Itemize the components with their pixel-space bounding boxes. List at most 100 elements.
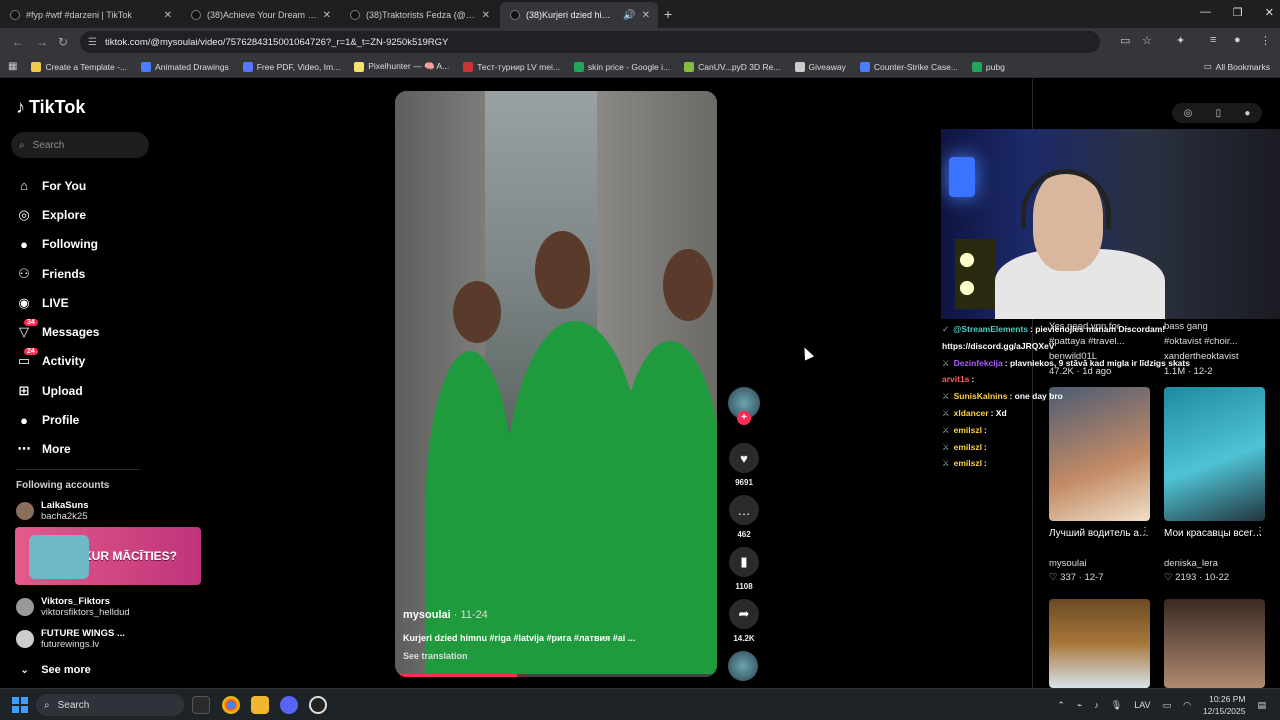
save-action[interactable]: ▮ 1108 xyxy=(728,547,760,591)
clock[interactable]: 10:26 PM 12/15/2025 xyxy=(1203,693,1246,717)
file-explorer-icon[interactable] xyxy=(251,696,269,714)
tiktok-favicon-icon xyxy=(350,10,360,20)
bookmark-item[interactable]: Create a Template -... xyxy=(31,61,127,72)
grid-video-author[interactable]: mysoulai xyxy=(1049,558,1087,569)
sidebar-item-activity[interactable]: ▭ 24 Activity xyxy=(16,347,206,376)
taskbar-search-input[interactable]: ⌕ Search xyxy=(36,694,184,716)
grid-video-title[interactable]: Мои красавцы всегда на Чили ... xyxy=(1164,526,1264,541)
close-tab-icon[interactable]: ✕ xyxy=(323,10,331,21)
user-avatar-icon[interactable]: ● xyxy=(1244,108,1250,119)
bookmark-item[interactable]: skin price - Google i... xyxy=(573,61,670,72)
sidebar-item-live[interactable]: ◉ LIVE xyxy=(16,288,206,317)
sidebar-item-friends[interactable]: ⚇ Friends xyxy=(16,259,206,288)
bookmark-item[interactable]: Animated Drawings xyxy=(141,61,229,72)
compass-icon[interactable]: ◎ xyxy=(1184,108,1193,119)
new-tab-button[interactable]: + xyxy=(664,6,672,22)
bookmark-favicon-icon xyxy=(573,61,584,72)
like-action[interactable]: ♥ 9691 xyxy=(728,443,760,487)
sidebar-item-following[interactable]: ● Following xyxy=(16,230,206,259)
video-player[interactable]: mysoulai · 11-24 Kurjeri dzied himnu #ri… xyxy=(395,91,717,677)
menu-kebab-icon[interactable]: ⋮ xyxy=(1260,34,1271,47)
more-options-icon[interactable]: ⋮ xyxy=(1255,526,1265,537)
chat-message: arvit1s: xyxy=(942,371,1280,388)
sidebar-item-label: Profile xyxy=(42,413,80,428)
close-window-icon[interactable]: ✕ xyxy=(1265,6,1274,19)
sidebar-item-upload[interactable]: ⊞ Upload xyxy=(16,376,206,405)
bookmark-item[interactable]: Counter-Strike Case... xyxy=(859,61,958,72)
close-tab-icon[interactable]: ✕ xyxy=(642,10,650,21)
see-translation-link[interactable]: See translation xyxy=(403,651,703,661)
sound-disc-icon[interactable] xyxy=(728,651,758,681)
close-tab-icon[interactable]: ✕ xyxy=(164,10,172,21)
sidebar-item-explore[interactable]: ◎ Explore xyxy=(16,200,206,229)
sidebar-item-profile[interactable]: ● Profile xyxy=(16,405,206,434)
video-progress-bar[interactable] xyxy=(395,674,717,677)
more-options-icon[interactable]: ⋮ xyxy=(1140,526,1150,537)
grid-video-title[interactable]: Лучший водитель автобуса в Риге... xyxy=(1049,526,1149,541)
audio-icon[interactable]: 🔊 xyxy=(623,10,635,21)
url-input[interactable]: ☰ tiktok.com/@mysoulai/video/75762843150… xyxy=(80,31,1100,53)
obs-icon[interactable] xyxy=(309,696,327,714)
speaker-icon[interactable]: ♪ xyxy=(1094,700,1099,710)
minimize-icon[interactable]: — xyxy=(1200,6,1211,19)
bookmark-item[interactable]: CanUV...pyD 3D Re... xyxy=(684,61,781,72)
grid-video-author[interactable]: deniska_lera xyxy=(1164,558,1218,569)
search-input[interactable]: ⌕ Search xyxy=(11,132,149,158)
sidebar-item-messages[interactable]: ▽ 34 Messages xyxy=(16,317,206,346)
bookmark-item[interactable]: Pixelhunter — 🧠 A... xyxy=(354,61,449,72)
task-view-icon[interactable] xyxy=(192,696,210,714)
grid-video-thumb[interactable] xyxy=(1049,599,1150,688)
notification-icon[interactable]: ▤ xyxy=(1257,700,1266,711)
all-bookmarks-button[interactable]: ▭ All Bookmarks xyxy=(1204,61,1270,72)
maximize-icon[interactable]: ❐ xyxy=(1233,6,1243,19)
site-info-icon[interactable]: ☰ xyxy=(88,37,97,48)
media-control-icon[interactable]: ≡ xyxy=(1210,34,1216,46)
video-author[interactable]: mysoulai xyxy=(403,609,451,621)
wifi-icon[interactable]: ◠ xyxy=(1183,700,1191,711)
discord-icon[interactable] xyxy=(280,696,298,714)
video-progress-fill xyxy=(395,674,518,677)
sidebar-item-for-you[interactable]: ⌂ For You xyxy=(16,171,206,200)
heart-icon[interactable]: ♥ xyxy=(729,443,759,473)
bookmark-item[interactable]: Тест-турнир LV mei... xyxy=(463,61,560,72)
creator-avatar[interactable]: + xyxy=(728,387,760,425)
back-icon[interactable]: ← xyxy=(12,35,24,49)
close-tab-icon[interactable]: ✕ xyxy=(482,10,490,21)
comment-icon[interactable]: … xyxy=(729,495,759,525)
apps-grid-icon[interactable]: ▦ xyxy=(8,61,17,72)
network-icon[interactable]: ⌁ xyxy=(1077,700,1082,711)
phone-icon[interactable]: ▯ xyxy=(1216,108,1222,119)
grid-video-thumb[interactable] xyxy=(1164,599,1265,688)
following-account-2[interactable]: Viktors_Fiktors viktorsfiktors_helldud xyxy=(16,596,130,618)
browser-tab-3[interactable]: (38)Traktorists Fedza (@traktor ✕ xyxy=(340,4,498,26)
browser-tab-4-active[interactable]: (38)Kurjeri dzied himnu Rig 🔊 ✕ xyxy=(500,2,658,28)
forward-icon[interactable]: → xyxy=(36,35,48,49)
reload-icon[interactable]: ↻ xyxy=(58,35,68,49)
chrome-icon[interactable] xyxy=(222,696,240,714)
monitor-icon[interactable]: ▭ xyxy=(1163,700,1172,711)
browser-tab-2[interactable]: (38)Achieve Your Dream Life: W ✕ xyxy=(181,4,339,26)
share-action[interactable]: ➦ 14.2K xyxy=(728,599,760,643)
see-more-button[interactable]: ⌄ See more xyxy=(20,663,91,677)
microphone-icon[interactable]: 🎙 xyxy=(1111,700,1122,711)
share-arrow-icon[interactable]: ➦ xyxy=(729,599,759,629)
following-account-1[interactable]: LaikaSuns bacha2k25 xyxy=(16,500,89,522)
bookmark-star-icon[interactable]: ☆ xyxy=(1142,34,1152,47)
bookmark-icon[interactable]: ▮ xyxy=(729,547,759,577)
chevron-up-icon[interactable]: ⌃ xyxy=(1057,700,1065,711)
language-indicator[interactable]: LAV xyxy=(1134,700,1150,710)
follow-plus-icon[interactable]: + xyxy=(737,411,751,425)
browser-tab-1[interactable]: #fyp #wtf #darzeni | TikTok ✕ xyxy=(0,4,180,26)
ad-banner[interactable]: NEZINI KUR MĀCĪTIES? xyxy=(15,527,201,585)
bookmark-item[interactable]: Free PDF, Video, Im... xyxy=(242,61,340,72)
tiktok-logo[interactable]: ♪ TikTok xyxy=(16,97,85,118)
comment-action[interactable]: … 462 xyxy=(728,495,760,539)
profile-avatar-icon[interactable]: ● xyxy=(1234,34,1241,46)
sidebar-item-more[interactable]: ⋯ More xyxy=(16,435,206,464)
following-account-3[interactable]: FUTURE WINGS ... futurewings.lv xyxy=(16,628,125,650)
bookmark-item[interactable]: pubg xyxy=(971,61,1005,72)
windows-start-icon[interactable] xyxy=(12,697,28,713)
extensions-icon[interactable]: ✦ xyxy=(1176,34,1185,47)
cast-icon[interactable]: ▭ xyxy=(1120,34,1130,47)
bookmark-item[interactable]: Giveaway xyxy=(794,61,846,72)
